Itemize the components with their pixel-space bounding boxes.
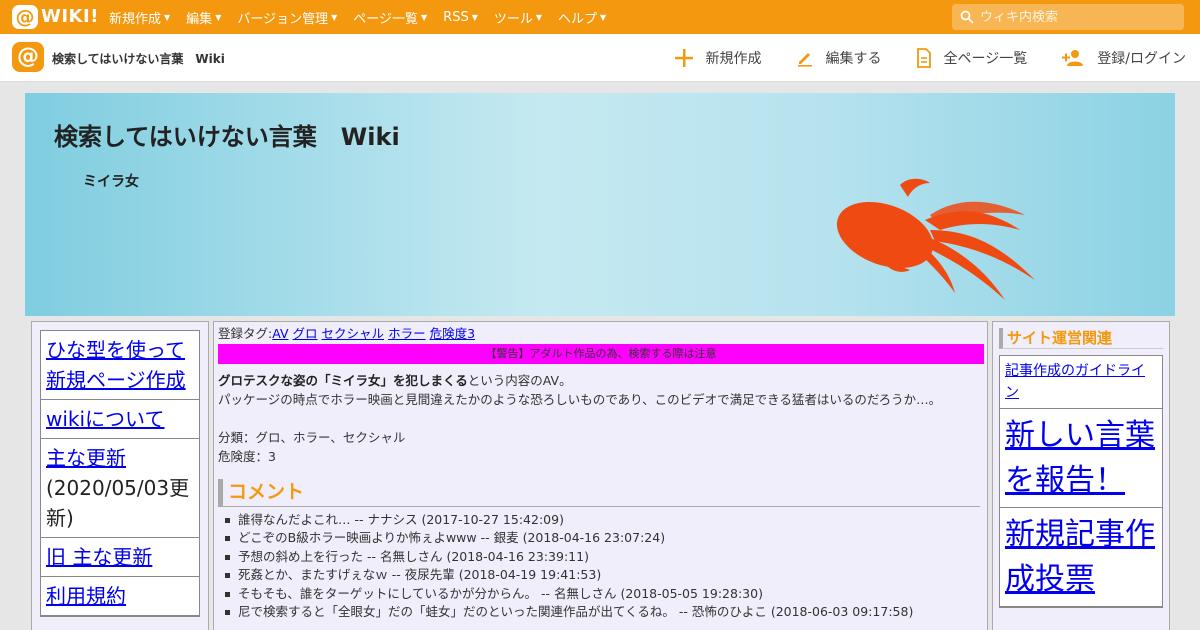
caret-down-icon: ▼ (600, 12, 607, 22)
nav-link-old-updates[interactable]: 旧 主な更新 (46, 545, 152, 569)
menu-label: RSS (443, 9, 469, 25)
nav-link-updates[interactable]: 主な更新 (46, 446, 126, 470)
menu-edit[interactable]: 編集 ▼ (186, 8, 221, 27)
left-nav-item: 旧 主な更新 (41, 538, 199, 577)
wiki-logo-icon[interactable]: @ (12, 42, 44, 72)
comment-heading: コメント (218, 479, 980, 507)
tag-link[interactable]: 危険度3 (430, 326, 475, 341)
danger-line: 危険度：3 (218, 449, 276, 464)
wiki-banner: 検索してはいけない言葉 Wiki ミイラ女 (25, 93, 1175, 316)
comment-item: 予想の斜め上を行った -- 名無しさん (2018-04-16 23:39:11… (218, 548, 983, 566)
wiki-search-box[interactable] (952, 4, 1184, 30)
tag-list: 登録タグ:AV グロ セクシャル ホラー 危険度3 (218, 326, 983, 342)
page-title: ミイラ女 (83, 174, 139, 190)
intro-bold: グロテスクな姿の「ミイラ女」を犯しまくる (218, 373, 468, 388)
left-sidebar: ひな型を使って新規ページ作成 wikiについて 主な更新 (2020/05/03更… (31, 321, 209, 630)
description-line: パッケージの時点でホラー映画と見間違えたかのような恐ろしいものであり、このビデオ… (218, 392, 942, 407)
comment-list: 誰得なんだよこれ… -- ナナシス (2017-10-27 15:42:09) … (218, 511, 983, 621)
intro-line: グロテスクな姿の「ミイラ女」を犯しまくるという内容のAV。 (218, 371, 983, 390)
nav-link-terms[interactable]: 利用規約 (46, 584, 126, 608)
header-actions: 新規作成 編集する 全ページ一覧 登録/ログイン (640, 34, 1186, 82)
edit-page-button[interactable]: 編集する (796, 48, 882, 68)
nav-link-report-word[interactable]: 新しい言葉を報告！ (1005, 418, 1155, 498)
tag-link[interactable]: AV (272, 326, 288, 341)
action-label: 登録/ログイン (1097, 51, 1186, 67)
wiki-name[interactable]: 検索してはいけない言葉 Wiki (52, 50, 225, 67)
article-body: グロテスクな姿の「ミイラ女」を犯しまくるという内容のAV。 パッケージの時点でホ… (218, 371, 983, 466)
goldfish-illustration (836, 178, 1035, 300)
comment-item: 死姦とか、またすげぇなｗ -- 夜尿先輩 (2018-04-19 19:41:5… (218, 566, 983, 584)
caret-down-icon: ▼ (421, 12, 428, 22)
menu-label: 新規作成 (109, 11, 162, 27)
intro-rest: という内容のAV。 (467, 373, 572, 388)
menu-rss[interactable]: RSS ▼ (443, 10, 478, 25)
menu-label: 編集 (186, 11, 213, 27)
tag-link[interactable]: セクシャル (322, 326, 385, 341)
menu-help[interactable]: ヘルプ ▼ (558, 8, 606, 27)
caret-down-icon: ▼ (535, 12, 543, 22)
left-nav-list: ひな型を使って新規ページ作成 wikiについて 主な更新 (2020/05/03更… (40, 330, 200, 617)
menu-new[interactable]: 新規作成 ▼ (109, 8, 170, 27)
pencil-icon (797, 53, 812, 67)
caret-down-icon: ▼ (215, 12, 222, 22)
search-input[interactable] (980, 9, 1170, 25)
right-sidebar-heading: サイト運営関連 (999, 328, 1163, 349)
add-user-icon (1062, 50, 1084, 66)
menu-label: ヘルプ (558, 11, 598, 27)
wiki-header-bar: @ 検索してはいけない言葉 Wiki 新規作成 編集する 全ページ一覧 登録/ロ… (0, 34, 1200, 82)
right-nav-item: 新規記事作成投票 (1000, 508, 1162, 607)
action-label: 全ページ一覧 (943, 51, 1028, 67)
atwiki-logo[interactable]: @ WIKI! (12, 5, 99, 29)
action-label: 新規作成 (705, 51, 762, 67)
menu-version[interactable]: バージョン管理 ▼ (237, 8, 337, 27)
left-nav-item: 利用規約 (41, 577, 199, 616)
nav-link-new-template[interactable]: ひな型を使って新規ページ作成 (46, 338, 186, 392)
caret-down-icon: ▼ (331, 12, 338, 22)
login-button[interactable]: 登録/ログイン (1061, 48, 1186, 68)
comment-item: どこぞのB級ホラー映画よりか怖ぇよwww -- 銀麦 (2018-04-16 2… (218, 529, 983, 547)
menu-label: ページ一覧 (353, 11, 418, 27)
all-pages-button[interactable]: 全ページ一覧 (916, 48, 1028, 68)
warning-banner: 【警告】アダルト作品の為、検索する際は注意 (218, 344, 984, 364)
new-page-button[interactable]: 新規作成 (674, 48, 762, 68)
left-nav-item: 主な更新 (2020/05/03更新) (41, 439, 199, 538)
left-nav-item: ひな型を使って新規ページ作成 (41, 331, 199, 400)
right-sidebar: サイト運営関連 記事作成のガイドライン 新しい言葉を報告！ 新規記事作成投票 (992, 321, 1170, 630)
logo-text: WIKI! (41, 6, 99, 27)
comment-item: 尼で検索すると「全眼女」だの「蛙女」だのといった関連作品が出てくるね。 -- 恐… (218, 603, 983, 621)
banner-title: 検索してはいけない言葉 Wiki (54, 123, 400, 151)
right-nav-item: 記事作成のガイドライン (1000, 356, 1162, 409)
menu-pages[interactable]: ページ一覧 ▼ (353, 8, 427, 27)
comment-item: そもそも、誰をターゲットにしているかが分からん。 -- 名無しさん (2018-… (218, 585, 983, 603)
search-icon (960, 10, 974, 24)
nav-link-new-article-vote[interactable]: 新規記事作成投票 (1005, 517, 1155, 597)
menu-label: ツール (493, 11, 533, 27)
plus-icon (674, 49, 693, 67)
right-nav-item: 新しい言葉を報告！ (1000, 409, 1162, 508)
tag-link[interactable]: ホラー (388, 326, 426, 341)
left-nav-item: wikiについて (41, 400, 199, 439)
main-content: 登録タグ:AV グロ セクシャル ホラー 危険度3 【警告】アダルト作品の為、検索する際… (213, 321, 988, 630)
caret-down-icon: ▼ (164, 12, 171, 22)
at-logo-icon: @ (12, 5, 38, 29)
caret-down-icon: ▼ (471, 12, 478, 22)
category-line: 分類：グロ、ホラー、セクシャル (218, 430, 406, 445)
right-nav-list: 記事作成のガイドライン 新しい言葉を報告！ 新規記事作成投票 (999, 355, 1163, 608)
menu-label: バージョン管理 (237, 11, 329, 27)
document-icon (916, 48, 931, 68)
top-nav-bar: @ WIKI! 新規作成 ▼ 編集 ▼ バージョン管理 ▼ ページ一覧 ▼ RSS ▼ ツ… (0, 0, 1200, 34)
nav-link-about[interactable]: wikiについて (46, 407, 164, 431)
top-menu: 新規作成 ▼ 編集 ▼ バージョン管理 ▼ ページ一覧 ▼ RSS ▼ ツール ▼ ヘルプ ▼ (109, 0, 622, 34)
comment-item: 誰得なんだよこれ… -- ナナシス (2017-10-27 15:42:09) (218, 511, 983, 529)
action-label: 編集する (825, 51, 882, 67)
menu-tools[interactable]: ツール ▼ (494, 8, 542, 27)
updates-date: (2020/05/03更新) (46, 476, 190, 530)
nav-link-guideline[interactable]: 記事作成のガイドライン (1005, 363, 1145, 401)
tag-link[interactable]: グロ (293, 326, 318, 341)
tags-label: 登録タグ: (218, 326, 273, 341)
